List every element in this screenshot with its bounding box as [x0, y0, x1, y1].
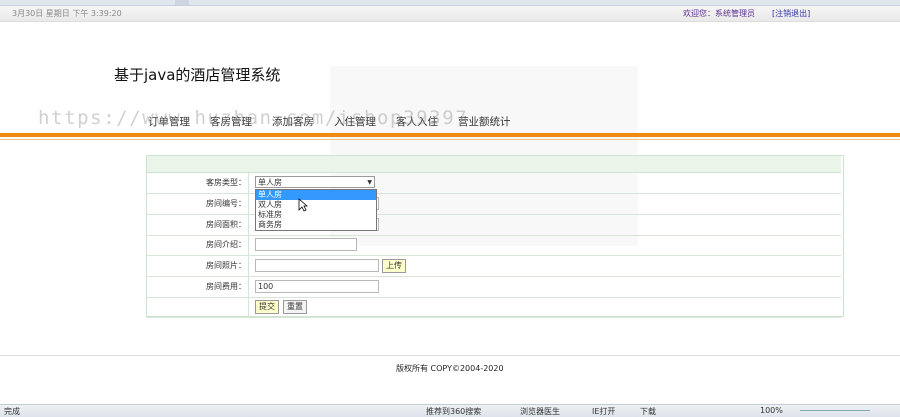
footer-divider: [0, 355, 900, 356]
welcome-text: 欢迎您：系统管理员: [683, 9, 755, 18]
dropdown-option-double[interactable]: 双人房: [256, 200, 376, 210]
zoom-slider[interactable]: [800, 410, 870, 411]
room-type-dropdown[interactable]: 单人房 双人房 标准房 商务房: [255, 189, 377, 231]
status-done: 完成: [4, 407, 20, 416]
site-title: 基于java的酒店管理系统: [114, 66, 281, 84]
dropdown-option-standard[interactable]: 标准房: [256, 210, 376, 220]
dropdown-option-business[interactable]: 商务房: [256, 220, 376, 230]
logout-link[interactable]: [注销退出]: [772, 8, 810, 19]
ie-open-button[interactable]: IE打开: [592, 406, 615, 417]
datetime-text: 3月30日 星期日 下午 3:39:20: [12, 9, 122, 18]
header-divider-thin: [0, 139, 900, 140]
footer-copyright: 版权所有 COPY©2004-2020: [396, 364, 504, 373]
browser-tab[interactable]: [175, 0, 189, 5]
zoom-level[interactable]: 100%: [760, 406, 783, 415]
dropdown-option-single[interactable]: 单人房: [256, 190, 376, 200]
download-button[interactable]: 下载: [640, 406, 656, 417]
browser-statusbar: 完成 推荐到360搜索 浏览器医生 IE打开 下载 100%: [0, 404, 900, 417]
browser-doctor-button[interactable]: 浏览器医生: [520, 406, 560, 417]
top-bar: 3月30日 星期日 下午 3:39:20 欢迎您：系统管理员 [注销退出]: [0, 6, 900, 22]
recommend-360-button[interactable]: 推荐到360搜索: [426, 406, 481, 417]
watermark-text: https://www.huzhan.com/ishop39397: [38, 107, 469, 129]
mouse-cursor-icon: [298, 198, 308, 212]
header-divider: [0, 133, 900, 137]
form-table-border: [146, 155, 844, 317]
